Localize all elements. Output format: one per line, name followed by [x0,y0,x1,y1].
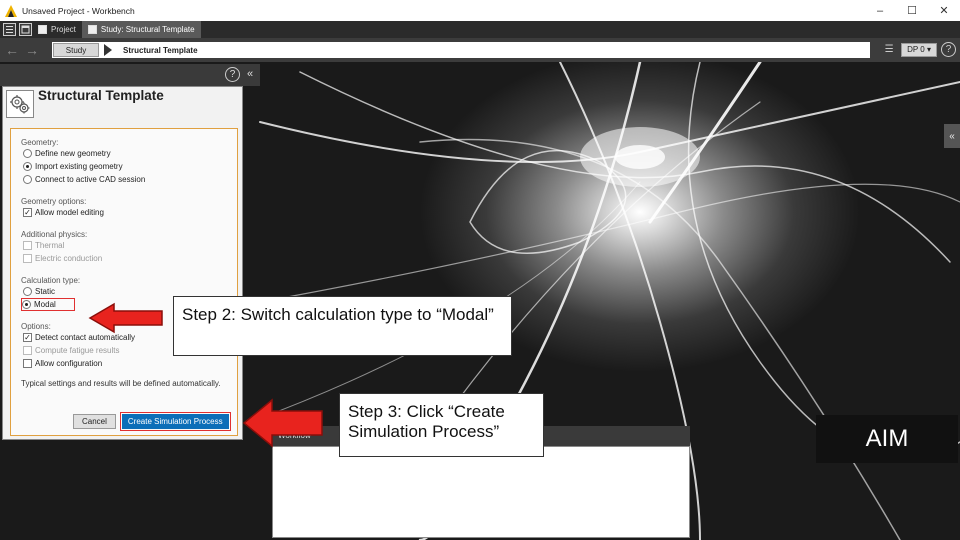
nav-tools: ☰ DP 0 ▾ ? [881,42,956,57]
geometry-label: Geometry: [21,138,59,147]
breadcrumb-current: Structural Template [123,45,198,55]
checkbox[interactable] [23,359,32,368]
navigation-bar: ← → Study Structural Template ☰ DP 0 ▾ ? [0,38,960,62]
tab-bar: Project Study: Structural Template [0,21,960,38]
radio-button[interactable] [23,287,32,296]
list-view-icon[interactable] [3,23,16,36]
option-label: Thermal [35,241,65,250]
option-label: Allow model editing [35,208,104,217]
panel-buttons: Cancel Create Simulation Process [73,412,231,431]
ansys-logo-icon [5,4,17,17]
help-icon[interactable]: ? [941,42,956,57]
panel-toolbar: ? « [0,64,260,86]
breadcrumb-chevron-icon [104,44,112,56]
radio-button-selected[interactable] [23,162,32,171]
option-label: Allow configuration [35,359,103,368]
panel-header: Structural Template [3,87,242,125]
minimize-button[interactable]: – [864,0,896,21]
option-label: Static [35,287,56,296]
checkbox-allow-model-editing[interactable]: ✓ Allow model editing [23,206,237,219]
checkbox-allow-configuration[interactable]: Allow configuration [23,357,237,370]
window-view-icon[interactable] [19,23,32,36]
radio-connect-cad[interactable]: Connect to active CAD session [23,173,237,186]
checkbox-thermal: Thermal [23,239,237,252]
panel-help-icon[interactable]: ? [225,67,240,82]
step3-arrow-icon [242,398,323,448]
tab-project-label: Project [51,25,76,34]
checkbox-electric-conduction: Electric conduction [23,252,237,265]
structural-template-panel: Structural Template Geometry: Define new… [2,86,243,440]
option-label: Modal [34,300,56,309]
create-simulation-process-button[interactable]: Create Simulation Process [121,414,229,429]
workflow-canvas[interactable] [272,446,690,538]
checkbox-checked[interactable]: ✓ [23,208,32,217]
radio-button[interactable] [23,149,32,158]
tab-study-label: Study: Structural Template [100,25,195,34]
checkbox-checked[interactable]: ✓ [23,333,32,342]
option-label: Detect contact automatically [35,333,136,342]
step3-callout: Step 3: Click “Create Simulation Process… [339,393,544,457]
checkbox-disabled [23,254,32,263]
window-title: Unsaved Project - Workbench [22,5,135,16]
parameters-icon[interactable]: ☰ [881,43,897,57]
radio-button[interactable] [23,175,32,184]
geometry-options-label: Geometry options: [21,197,87,206]
option-label: Import existing geometry [35,162,123,171]
tab-study[interactable]: Study: Structural Template [81,21,201,38]
calculation-type-label: Calculation type: [21,276,81,285]
tab-project[interactable]: Project [32,21,82,38]
breadcrumb: Study Structural Template [52,42,870,58]
footer-note: Typical settings and results will be def… [21,379,221,388]
option-label: Compute fatigue results [35,346,120,355]
design-point-dropdown[interactable]: DP 0 ▾ [901,42,937,57]
window-controls: – ☐ ✕ [864,0,960,21]
gears-icon [6,90,34,118]
close-button[interactable]: ✕ [928,0,960,21]
breadcrumb-study[interactable]: Study [53,43,99,57]
panel-form: Geometry: Define new geometry Import exi… [10,128,238,436]
radio-modal[interactable]: Modal [21,298,75,311]
study-tab-icon [87,25,97,34]
back-arrow-icon[interactable]: ← [4,42,20,58]
maximize-button[interactable]: ☐ [896,0,928,21]
checkbox-disabled [23,346,32,355]
cancel-button[interactable]: Cancel [73,414,116,429]
panel-title: Structural Template [38,88,164,103]
checkbox-disabled [23,241,32,250]
step2-callout: Step 2: Switch calculation type to “Moda… [173,296,512,356]
forward-arrow-icon[interactable]: → [24,42,40,58]
option-label: Electric conduction [35,254,103,263]
radio-define-new-geometry[interactable]: Define new geometry [23,147,237,160]
option-label: Define new geometry [35,149,111,158]
radio-button-selected[interactable] [22,300,31,309]
step2-arrow-icon [88,302,163,334]
project-tab-icon [38,25,47,34]
side-panel-toggle[interactable]: « [944,124,960,148]
panel-collapse-icon[interactable]: « [247,68,253,80]
option-label: Connect to active CAD session [35,175,146,184]
title-bar: Unsaved Project - Workbench – ☐ ✕ [0,0,960,21]
create-button-highlight: Create Simulation Process [119,412,231,431]
aim-badge: AIM [816,415,958,463]
additional-physics-label: Additional physics: [21,230,88,239]
radio-import-existing-geometry[interactable]: Import existing geometry [23,160,237,173]
